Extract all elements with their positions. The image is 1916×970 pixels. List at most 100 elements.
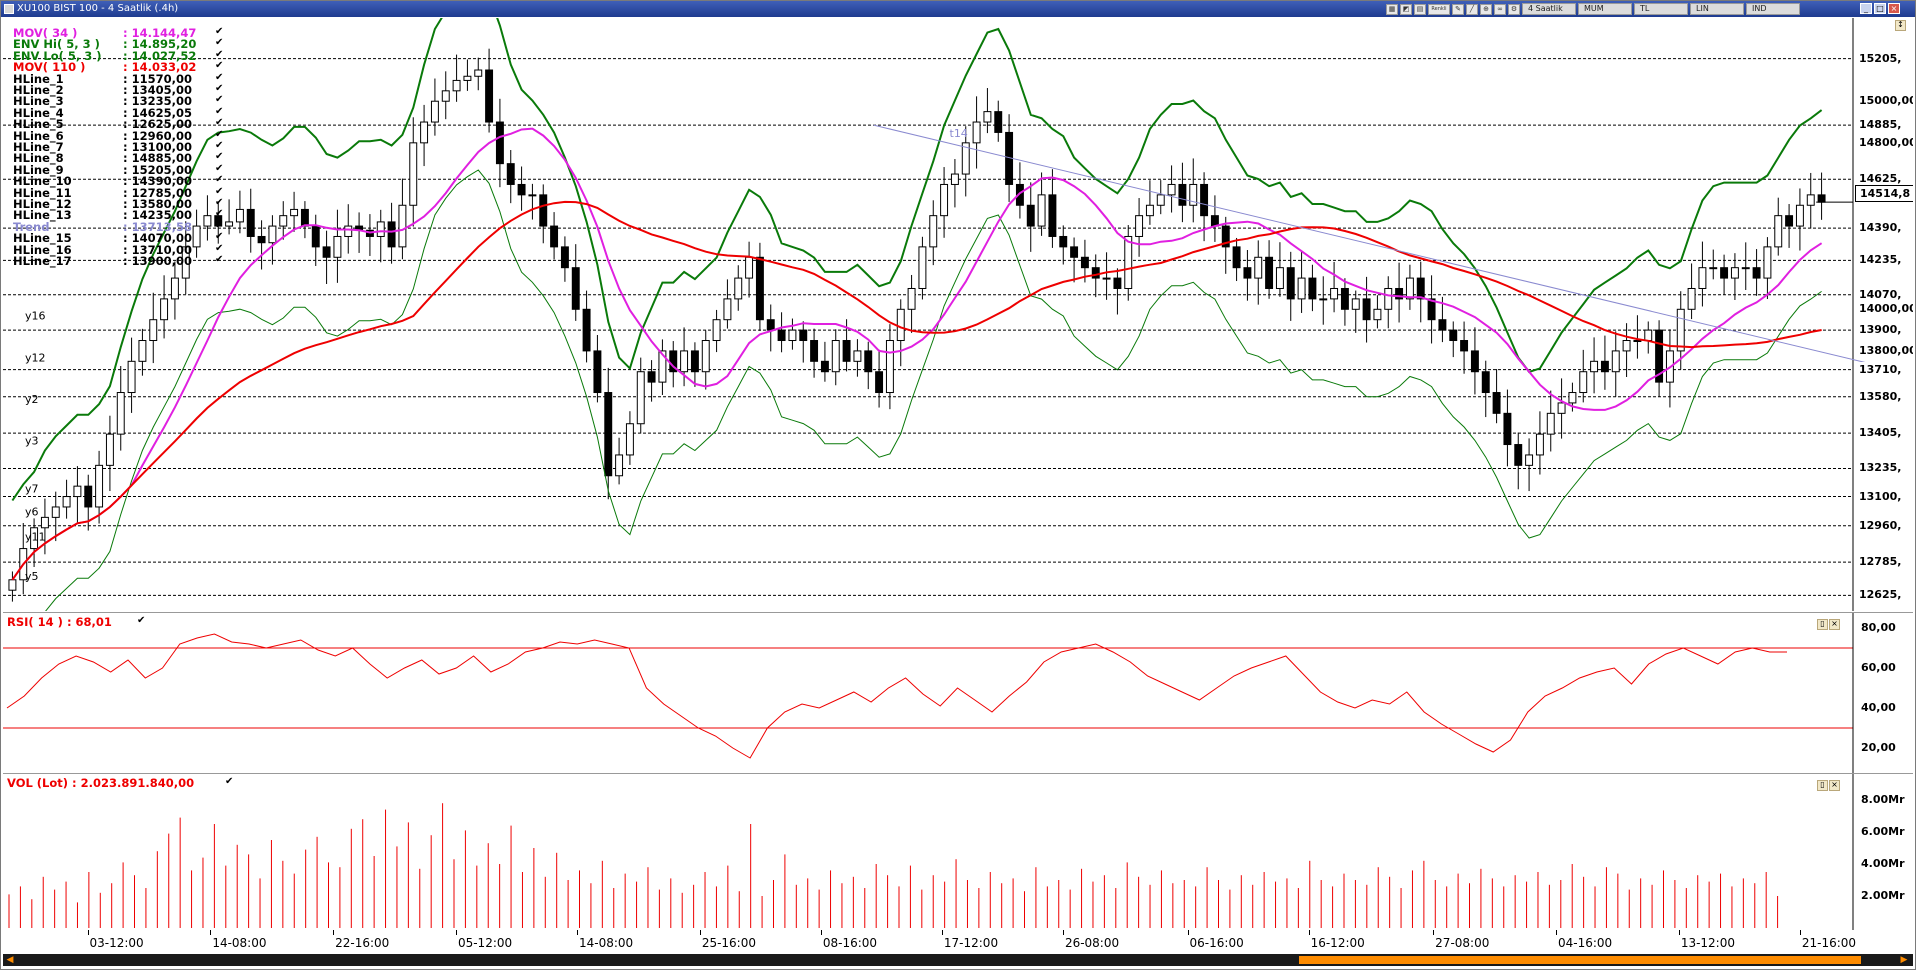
draw-tool-icon[interactable]: ✎ [1452,3,1464,15]
candle-up [625,423,634,456]
scale-selector[interactable]: LIN [1690,3,1744,15]
candle-down [300,208,309,227]
maximize-icon[interactable]: □ [1874,3,1886,14]
volume-bars [8,803,1779,928]
line-tool-icon[interactable]: ╱ [1466,3,1478,15]
legend-check-icon: ✔ [215,231,224,243]
candle-up [420,121,429,144]
volume-close-icon[interactable]: × [1829,780,1840,791]
candle-up [1806,194,1815,206]
candle-up [636,371,645,425]
candle-up [745,256,754,279]
candle-up [1124,235,1133,289]
hline-price-label: 12960, [1855,517,1906,533]
candle-up [105,433,114,466]
candle-up [1557,402,1566,414]
candle-down [1200,183,1209,217]
horizontal-scrollbar[interactable]: ◀ ▶ [3,954,1913,966]
candle-down [517,183,526,196]
candle-up [1135,215,1144,237]
link-icon[interactable]: ∞ [1494,3,1506,15]
candle-up [203,215,212,227]
color-mode-button[interactable]: Renkli [1428,3,1450,15]
candle-down [506,163,515,185]
price-chart-canvas[interactable]: t14 y16 y12 y2 y3 y7 y6 y11 y5 [3,18,1913,611]
volume-chart-canvas[interactable] [3,774,1913,930]
rsi-close-icon[interactable]: × [1829,619,1840,630]
hline-price-label: 15205, [1855,50,1906,66]
volume-legend-check: ✔ [225,776,234,787]
candle-up [95,464,104,508]
candle-up [1633,340,1642,343]
hline-price-label: 14625, [1855,171,1906,187]
trend-label: t14 [950,127,968,140]
candle-up [680,350,689,373]
volume-restore-icon[interactable]: ▯ [1817,780,1828,791]
candle-up [279,215,288,227]
candle-up [1525,454,1534,466]
y-mark-label: y16 [25,310,46,323]
volume-axis-label: 8.00Mr [1861,793,1905,806]
panel-pin-icon[interactable]: ↕ [1895,20,1906,31]
candle-down [257,235,266,244]
date-tick [1433,930,1435,935]
indicator-selector[interactable]: IND [1746,3,1800,15]
candle-up [290,208,299,217]
scroll-thumb[interactable] [1299,956,1861,964]
candle-up [1622,340,1631,352]
y-mark-label: y7 [25,482,39,495]
close-icon[interactable]: × [1888,3,1900,14]
candle-up [149,319,158,342]
date-tick [1308,930,1310,935]
date-axis-label: 08-16:00 [822,936,878,950]
candle-up [1145,204,1154,217]
price-axis-label: 14800,00 [1859,135,1913,149]
date-axis-label: 17-12:00 [943,936,999,950]
currency-selector[interactable]: TL [1634,3,1688,15]
date-axis-label: 26-08:00 [1064,936,1120,950]
candle-up [929,215,938,248]
candle-down [1460,340,1469,352]
legend-check-icon: ✔ [215,197,224,208]
date-axis-label: 03-12:00 [89,936,144,950]
zoom-icon[interactable]: ⊕ [1480,3,1492,15]
candle-up [853,350,862,362]
candle-down [1752,267,1761,279]
scroll-left-icon[interactable]: ◀ [5,954,15,966]
candle-down [582,308,591,352]
candle-down [1091,267,1100,279]
candle-up [463,75,472,81]
legend-check-icon: ✔ [215,83,224,94]
minimize-icon[interactable]: _ [1860,3,1872,14]
date-axis-label: 14-08:00 [212,936,267,950]
candle-down [1503,412,1512,446]
rsi-panel[interactable]: RSI( 14 ) : 68,01 ✔ ▯ × 80,00 60,00 40,00 2… [3,612,1913,773]
color-icon[interactable]: ◩ [1400,3,1412,15]
date-axis-label: 04-16:00 [1558,936,1613,950]
candle-down [777,329,786,342]
candle-up [831,340,840,373]
settings-icon[interactable]: ⚙ [1508,3,1520,15]
y-mark-label: y3 [25,435,39,448]
candle-down [246,208,255,237]
rsi-restore-icon[interactable]: ▯ [1817,619,1828,630]
chart-toolbar: ▦ ◩ ▤ Renkli ✎ ╱ ⊕ ∞ ⚙ 4 Saatlik MUM TL … [1386,3,1800,15]
title-bar: XU100 BIST 100 - 4 Saatlik (.4h) ▦ ◩ ▤ R… [1,1,1915,17]
price-chart-panel[interactable]: t14 y16 y12 y2 y3 y7 y6 y11 y5 MOV( 34 ): 14.144… [3,18,1913,611]
chart-type-selector[interactable]: MUM [1578,3,1632,15]
candle-down [1232,246,1241,269]
candle-up [983,111,992,123]
date-tick [1187,930,1189,935]
grid-icon[interactable]: ▦ [1386,3,1398,15]
volume-panel[interactable]: VOL (Lot) : 2.023.891.840,00 ✔ ▯ × 8.00M… [3,773,1913,930]
candle-down [766,319,775,331]
legend-check-icon: ✔ [215,71,224,83]
rsi-chart-canvas[interactable] [3,613,1913,773]
candle-down [1416,277,1425,300]
candle-up [376,221,385,237]
legend-check-icon: ✔ [215,174,224,186]
print-icon[interactable]: ▤ [1414,3,1426,15]
scroll-right-icon[interactable]: ▶ [1899,954,1909,966]
period-selector[interactable]: 4 Saatlik [1522,3,1576,15]
legend-check-icon: ✔ [215,37,224,49]
